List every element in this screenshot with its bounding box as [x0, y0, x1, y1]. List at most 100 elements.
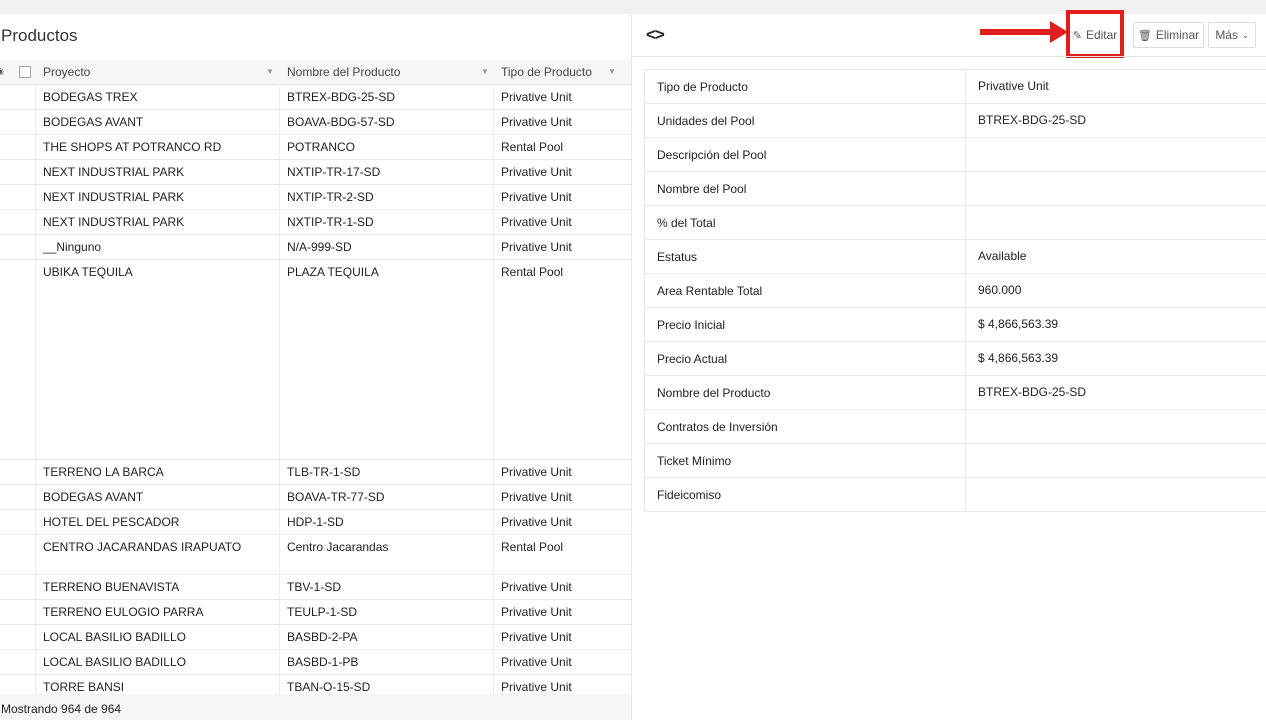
- table-row[interactable]: NEXT INDUSTRIAL PARK NXTIP-TR-1-SD Privati…: [0, 210, 631, 235]
- table-row[interactable]: BODEGAS AVANT BOAVA-BDG-57-SD Privative Un…: [0, 110, 631, 135]
- cell-nombre: BOAVA-TR-77-SD: [287, 490, 385, 504]
- detail-fields: Tipo de Producto Privative Unit Unidades d…: [644, 69, 1266, 512]
- cell-proyecto: NEXT INDUSTRIAL PARK: [43, 215, 185, 229]
- table-row[interactable]: THE SHOPS AT POTRANCO RD POTRANCO Rental P…: [0, 135, 631, 160]
- cell-proyecto: LOCAL BASILIO BADILLO: [43, 655, 186, 669]
- cell-proyecto: TERRENO BUENAVISTA: [43, 580, 180, 594]
- field-label: Contratos de Inversión: [657, 420, 778, 434]
- field-divider: [965, 206, 966, 239]
- field-label: Descripción del Pool: [657, 148, 767, 162]
- field-value: Available: [978, 249, 1027, 263]
- list-footer: Mostrando 964 de 964: [0, 694, 631, 720]
- cell-tipo: Privative Unit: [501, 605, 572, 619]
- product-grid: ◉ Proyecto Nombre del Producto Tipo de P…: [0, 60, 631, 700]
- field-value: Privative Unit: [978, 79, 1049, 93]
- cell-proyecto: BODEGAS AVANT: [43, 115, 144, 129]
- field-label: Nombre del Pool: [657, 182, 747, 196]
- cell-tipo: Privative Unit: [501, 655, 572, 669]
- cell-proyecto: __Ninguno: [43, 240, 102, 254]
- header-tipo[interactable]: Tipo de Producto: [501, 65, 592, 79]
- cell-tipo: Privative Unit: [501, 490, 572, 504]
- field-divider: [965, 240, 966, 273]
- table-row[interactable]: LOCAL BASILIO BADILLO BASBD-2-PA Privative…: [0, 625, 631, 650]
- table-row[interactable]: __Ninguno N/A-999-SD Privative Unit: [0, 235, 631, 260]
- cell-nombre: TBAN-O-15-SD: [287, 680, 371, 694]
- table-row[interactable]: HOTEL DEL PESCADOR HDP-1-SD Privative Unit: [0, 510, 631, 535]
- field-value: 960.000: [978, 283, 1022, 297]
- field-divider: [965, 274, 966, 307]
- field-label: Unidades del Pool: [657, 114, 755, 128]
- code-brackets-icon[interactable]: <>: [646, 25, 665, 45]
- header-nombre-label: Nombre del Producto: [287, 65, 401, 79]
- table-row[interactable]: BODEGAS AVANT BOAVA-TR-77-SD Privative Uni…: [0, 485, 631, 510]
- header-nombre[interactable]: Nombre del Producto: [287, 65, 400, 79]
- detail-row: Unidades del Pool BTREX-BDG-25-SD: [645, 104, 1266, 138]
- cell-nombre: BOAVA-BDG-57-SD: [287, 115, 395, 129]
- eye-icon[interactable]: ◉: [0, 66, 4, 77]
- table-row[interactable]: TERRENO LA BARCA TLB-TR-1-SD Privative Uni…: [0, 460, 631, 485]
- field-label: Tipo de Producto: [657, 80, 748, 94]
- cell-tipo: Privative Unit: [501, 630, 572, 644]
- grid-header: ◉ Proyecto Nombre del Producto Tipo de P…: [0, 60, 631, 85]
- table-row[interactable]: TERRENO BUENAVISTA TBV-1-SD Privative Unit: [0, 575, 631, 600]
- table-row[interactable]: BODEGAS TREX BTREX-BDG-25-SD Privative Uni…: [0, 85, 631, 110]
- cell-nombre: PLAZA TEQUILA: [287, 265, 379, 279]
- field-value: $ 4,866,563.39: [978, 351, 1059, 365]
- detail-row: Precio Inicial $ 4,866,563.39: [645, 308, 1266, 342]
- detail-row: Ticket Mínimo: [645, 444, 1266, 478]
- field-value: BTREX-BDG-25-SD: [978, 385, 1087, 399]
- grid-body: BODEGAS TREX BTREX-BDG-25-SD Privative Uni…: [0, 85, 631, 700]
- detail-row: Precio Actual $ 4,866,563.39: [645, 342, 1266, 376]
- detail-row: Nombre del Producto BTREX-BDG-25-SD: [645, 376, 1266, 410]
- detail-pane: <> ✎ Editar 🗑 Eliminar Más ⌄ Tipo de Pro…: [631, 10, 1266, 720]
- table-row[interactable]: NEXT INDUSTRIAL PARK NXTIP-TR-17-SD Privat…: [0, 160, 631, 185]
- field-label: Precio Inicial: [657, 318, 726, 332]
- product-list-pane: Productos ◉ Proyecto Nombre del Producto…: [0, 14, 631, 720]
- field-value: $ 4,866,563.39: [978, 317, 1059, 331]
- detail-row: Nombre del Pool: [645, 172, 1266, 206]
- cell-proyecto: BODEGAS AVANT: [43, 490, 144, 504]
- table-row[interactable]: TERRENO EULOGIO PARRA TEULP-1-SD Privative…: [0, 600, 631, 625]
- table-row[interactable]: LOCAL BASILIO BADILLO BASBD-1-PB Privative…: [0, 650, 631, 675]
- select-all-checkbox[interactable]: [19, 66, 31, 78]
- field-label: Area Rentable Total: [657, 284, 763, 298]
- cell-tipo: Privative Unit: [501, 165, 572, 179]
- field-label: Fideicomiso: [657, 488, 722, 502]
- header-tipo-label: Tipo de Producto: [501, 65, 592, 79]
- cell-proyecto: THE SHOPS AT POTRANCO RD: [43, 140, 222, 154]
- cell-nombre: BASBD-2-PA: [287, 630, 358, 644]
- delete-button[interactable]: 🗑 Eliminar: [1133, 22, 1204, 48]
- table-row[interactable]: CENTRO JACARANDAS IRAPUATO Centro Jacaran…: [0, 535, 631, 575]
- cell-tipo: Rental Pool: [501, 540, 564, 554]
- cell-tipo: Privative Unit: [501, 580, 572, 594]
- field-label: Nombre del Producto: [657, 386, 771, 400]
- field-value: BTREX-BDG-25-SD: [978, 113, 1087, 127]
- field-divider: [965, 70, 966, 103]
- cell-tipo: Privative Unit: [501, 190, 572, 204]
- more-button[interactable]: Más ⌄: [1208, 22, 1256, 48]
- detail-row: Tipo de Producto Privative Unit: [645, 70, 1266, 104]
- cell-nombre: BTREX-BDG-25-SD: [287, 90, 396, 104]
- table-row[interactable]: NEXT INDUSTRIAL PARK NXTIP-TR-2-SD Privati…: [0, 185, 631, 210]
- toolbar-divider: [632, 56, 1266, 57]
- page-title: Productos: [1, 26, 78, 45]
- detail-row: Area Rentable Total 960.000: [645, 274, 1266, 308]
- cell-nombre: BASBD-1-PB: [287, 655, 359, 669]
- field-divider: [965, 104, 966, 137]
- header-proyecto[interactable]: Proyecto: [43, 65, 90, 79]
- field-divider: [965, 410, 966, 443]
- column-divider: [493, 84, 494, 714]
- column-divider: [35, 84, 36, 714]
- field-divider: [965, 342, 966, 375]
- cell-proyecto: UBIKA TEQUILA: [43, 265, 133, 279]
- annotation-highlight-box: [1066, 10, 1124, 58]
- cell-proyecto: HOTEL DEL PESCADOR: [43, 515, 180, 529]
- cell-tipo: Privative Unit: [501, 215, 572, 229]
- table-row[interactable]: UBIKA TEQUILA PLAZA TEQUILA Rental Pool: [0, 260, 631, 460]
- cell-nombre: TBV-1-SD: [287, 580, 342, 594]
- cell-nombre: POTRANCO: [287, 140, 356, 154]
- field-divider: [965, 478, 966, 511]
- delete-button-label: Eliminar: [1155, 28, 1200, 42]
- cell-proyecto: NEXT INDUSTRIAL PARK: [43, 190, 185, 204]
- cell-proyecto: NEXT INDUSTRIAL PARK: [43, 165, 185, 179]
